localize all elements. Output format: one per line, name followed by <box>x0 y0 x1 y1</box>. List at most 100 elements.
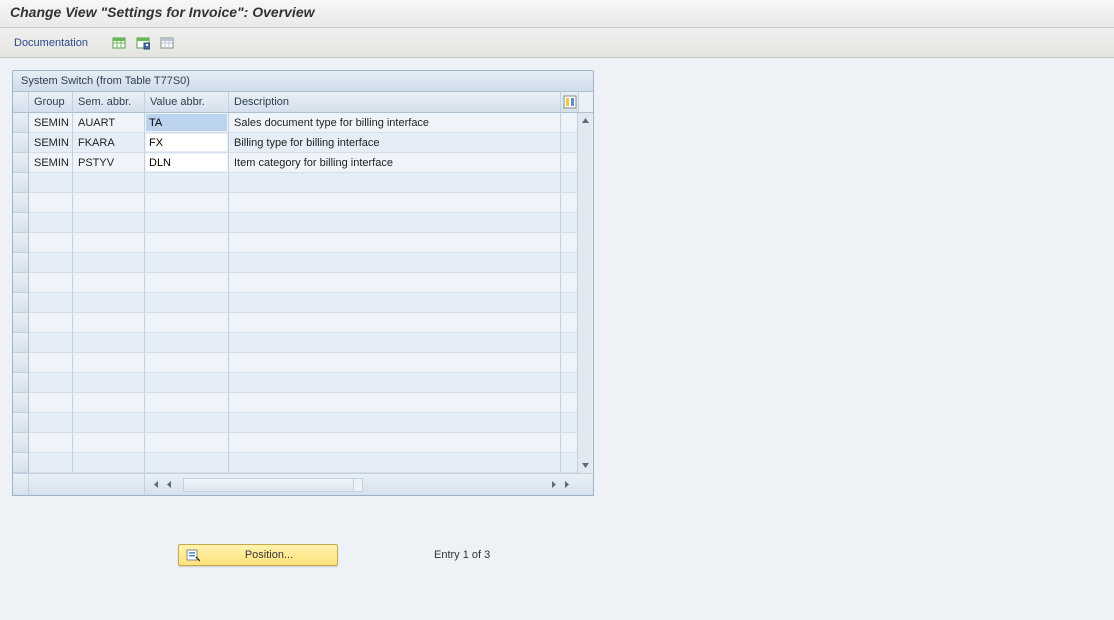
cell-group <box>29 293 73 313</box>
table-row <box>13 333 593 353</box>
scroll-first-icon[interactable] <box>149 479 161 491</box>
entry-status-text: Entry 1 of 3 <box>434 549 490 561</box>
cell-group: SEMIN <box>29 153 73 173</box>
cell-value-abbr <box>145 313 229 333</box>
table-row[interactable]: SEMINAUARTSales document type for billin… <box>13 113 593 133</box>
table-row <box>13 213 593 233</box>
value-abbr-input[interactable] <box>146 114 227 131</box>
table-row[interactable]: SEMINPSTYVItem category for billing inte… <box>13 153 593 173</box>
cell-group <box>29 233 73 253</box>
cell-group: SEMIN <box>29 113 73 133</box>
cell-value-abbr <box>145 293 229 313</box>
scroll-last-icon[interactable] <box>561 479 573 491</box>
position-button[interactable]: Position... <box>178 544 338 566</box>
scroll-left-icon[interactable] <box>163 479 175 491</box>
panel-title: System Switch (from Table T77S0) <box>13 71 593 92</box>
cell-group <box>29 433 73 453</box>
cell-sem-abbr <box>73 293 145 313</box>
table-row <box>13 413 593 433</box>
cell-sem-abbr <box>73 253 145 273</box>
table-row <box>13 353 593 373</box>
row-selector[interactable] <box>13 453 29 473</box>
column-header-selector[interactable] <box>13 92 29 112</box>
cell-value-abbr <box>145 273 229 293</box>
cell-description <box>229 273 561 293</box>
cell-value-abbr <box>145 373 229 393</box>
row-selector[interactable] <box>13 293 29 313</box>
row-selector[interactable] <box>13 153 29 173</box>
scroll-up-icon[interactable] <box>580 115 591 126</box>
cell-value-abbr <box>145 233 229 253</box>
cell-group <box>29 393 73 413</box>
page-title: Change View "Settings for Invoice": Over… <box>0 0 1114 28</box>
cell-value-abbr <box>145 253 229 273</box>
application-toolbar: Documentation ©www.tutorialkart.com <box>0 28 1114 58</box>
column-header-value-abbr[interactable]: Value abbr. <box>145 92 229 112</box>
cell-value-abbr <box>145 173 229 193</box>
scroll-right-icon[interactable] <box>547 479 559 491</box>
row-selector[interactable] <box>13 333 29 353</box>
cell-description <box>229 293 561 313</box>
table-row <box>13 453 593 473</box>
row-selector[interactable] <box>13 253 29 273</box>
cell-description <box>229 193 561 213</box>
cell-value-abbr <box>145 353 229 373</box>
cell-value-abbr <box>145 393 229 413</box>
table-row <box>13 253 593 273</box>
cell-value-abbr <box>145 433 229 453</box>
cell-group <box>29 333 73 353</box>
hscroll-thumb[interactable] <box>184 479 354 491</box>
cell-description <box>229 313 561 333</box>
column-config-button[interactable] <box>561 92 579 112</box>
cell-group: SEMIN <box>29 133 73 153</box>
position-button-label: Position... <box>207 549 331 561</box>
data-grid: Group Sem. abbr. Value abbr. Description… <box>13 92 593 495</box>
row-selector[interactable] <box>13 353 29 373</box>
cell-group <box>29 453 73 473</box>
cell-group <box>29 273 73 293</box>
row-selector[interactable] <box>13 393 29 413</box>
table-row <box>13 273 593 293</box>
value-abbr-input[interactable] <box>146 154 227 171</box>
cell-description <box>229 433 561 453</box>
cell-sem-abbr <box>73 433 145 453</box>
cell-value-abbr <box>145 153 229 173</box>
row-selector[interactable] <box>13 113 29 133</box>
cell-description: Item category for billing interface <box>229 153 561 173</box>
scroll-down-icon[interactable] <box>580 460 591 471</box>
table-display-icon[interactable] <box>158 34 176 52</box>
position-icon <box>185 547 201 563</box>
cell-sem-abbr <box>73 413 145 433</box>
row-selector[interactable] <box>13 193 29 213</box>
row-selector[interactable] <box>13 133 29 153</box>
cell-value-abbr <box>145 213 229 233</box>
row-selector[interactable] <box>13 373 29 393</box>
vertical-scrollbar[interactable] <box>577 113 592 473</box>
row-selector[interactable] <box>13 213 29 233</box>
hscroll-track[interactable] <box>183 478 363 492</box>
table-save-icon[interactable] <box>134 34 152 52</box>
row-selector[interactable] <box>13 433 29 453</box>
table-green-icon[interactable] <box>110 34 128 52</box>
cell-description <box>229 213 561 233</box>
cell-group <box>29 413 73 433</box>
cell-description <box>229 393 561 413</box>
cell-sem-abbr <box>73 213 145 233</box>
column-header-description[interactable]: Description <box>229 92 561 112</box>
cell-description <box>229 333 561 353</box>
row-selector[interactable] <box>13 313 29 333</box>
row-selector[interactable] <box>13 413 29 433</box>
cell-value-abbr <box>145 453 229 473</box>
row-selector[interactable] <box>13 233 29 253</box>
row-selector[interactable] <box>13 273 29 293</box>
cell-sem-abbr: AUART <box>73 113 145 133</box>
grid-header-row: Group Sem. abbr. Value abbr. Description <box>13 92 593 113</box>
column-header-sem-abbr[interactable]: Sem. abbr. <box>73 92 145 112</box>
value-abbr-input[interactable] <box>146 134 227 151</box>
table-row <box>13 193 593 213</box>
documentation-button[interactable]: Documentation <box>10 35 92 51</box>
horizontal-scrollbar <box>13 473 593 495</box>
column-header-group[interactable]: Group <box>29 92 73 112</box>
table-row[interactable]: SEMINFKARABilling type for billing inter… <box>13 133 593 153</box>
row-selector[interactable] <box>13 173 29 193</box>
